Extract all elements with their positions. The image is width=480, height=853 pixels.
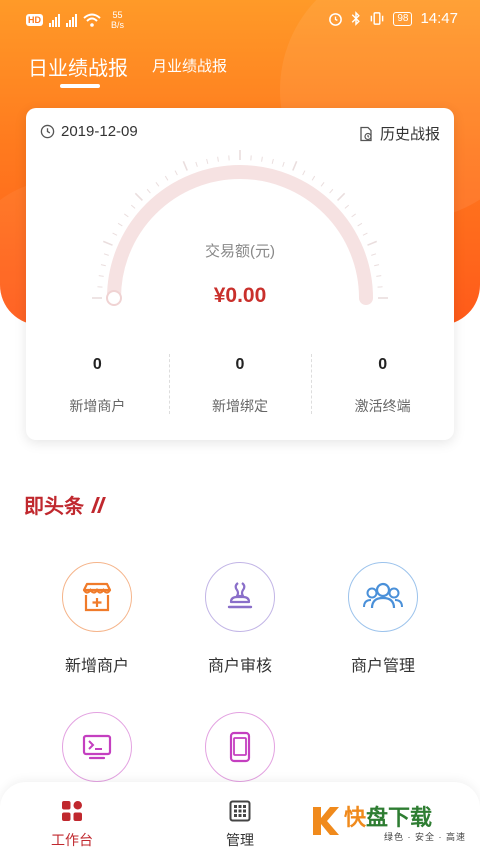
clock: 14:47 — [420, 10, 458, 27]
gauge-tick — [130, 204, 136, 209]
stat-new-merchants[interactable]: 0 新增商户 — [26, 350, 169, 420]
gauge-tick — [282, 161, 285, 167]
gauge-tick — [174, 170, 178, 176]
status-bar: HD 55 B/s 98 14:47 — [0, 0, 480, 40]
gauge-tick — [362, 232, 368, 236]
stat-label: 激活终端 — [354, 398, 411, 414]
active-tab-indicator — [60, 84, 100, 88]
manage-grid-icon — [229, 800, 251, 822]
gauge-tick — [357, 222, 363, 227]
grid-item-label: 商户审核 — [207, 658, 272, 675]
gauge-tick — [117, 222, 123, 227]
watermark-brand: 快盘下载 — [344, 805, 433, 830]
grid-item-label: 商户管理 — [350, 658, 415, 675]
gauge-tick — [134, 192, 143, 201]
net-speed: 55 B/s — [111, 10, 125, 30]
stat-new-bindings[interactable]: 0 新增绑定 — [168, 350, 312, 420]
stat-value: 0 — [235, 356, 245, 373]
amount-label: 交易额(元) — [205, 243, 275, 260]
terminal-icon — [62, 712, 132, 782]
gauge-tick — [206, 158, 209, 164]
grid-item-merchant-review[interactable]: 商户审核 — [175, 562, 305, 676]
gauge-tick — [182, 160, 188, 171]
gauge-tick — [344, 204, 350, 209]
stat-value: 0 — [92, 356, 102, 373]
gauge-tick — [376, 275, 382, 277]
slash-decoration-icon — [91, 496, 106, 513]
signal-icon — [49, 13, 60, 27]
nav-manage-label: 管理 — [226, 832, 254, 848]
gauge-tick — [98, 275, 104, 277]
device-icon — [205, 712, 275, 782]
grid-item-new-merchant[interactable]: 新增商户 — [32, 562, 162, 676]
workbench-icon — [62, 801, 82, 821]
gauge-tick — [351, 213, 356, 218]
headline-section[interactable]: 即头条 — [24, 490, 106, 519]
gauge-tick — [124, 213, 129, 218]
gauge-tick — [261, 156, 263, 162]
gauge-tick — [329, 188, 334, 194]
battery-indicator: 98 — [393, 11, 413, 26]
hd-badge: HD — [26, 14, 43, 26]
gauge-tick — [292, 160, 298, 171]
gauge-tick — [302, 170, 306, 176]
amount-value: ¥0.00 — [213, 284, 267, 307]
nav-manage[interactable]: 管理 — [190, 798, 290, 850]
stat-value: 0 — [378, 356, 388, 373]
gauge-tick — [337, 192, 346, 201]
gauge-tick — [146, 188, 151, 194]
watermark-logo: 快盘下载 绿色 · 安全 · 高速 — [310, 798, 480, 853]
alarm-icon — [329, 13, 343, 26]
gauge-tick — [217, 156, 219, 162]
nav-workbench[interactable]: 工作台 — [22, 798, 122, 850]
gauge-tick — [320, 182, 325, 187]
headline-title: 即头条 — [24, 496, 84, 518]
gauge-tick — [164, 175, 169, 181]
gauge-tick — [374, 264, 380, 267]
summary-card: 2019-12-09 历史战报 交易额(元) ¥0.00 0 新增商户 0 新增… — [26, 108, 454, 440]
gauge-tick — [100, 264, 106, 267]
watermark-k-icon — [313, 807, 339, 835]
wifi-icon — [83, 13, 101, 27]
gauge-tick — [271, 158, 274, 164]
watermark-tagline: 绿色 · 安全 · 高速 — [384, 832, 466, 842]
vibrate-icon — [371, 12, 384, 25]
tab-monthly-report[interactable]: 月业绩战报 — [152, 55, 227, 76]
gauge-tick — [112, 232, 118, 236]
bluetooth-icon — [352, 11, 361, 26]
tab-daily-report[interactable]: 日业绩战报 — [28, 52, 128, 81]
gauge-tick — [155, 182, 160, 187]
grid-item-merchant-management[interactable]: 商户管理 — [318, 562, 448, 676]
users-icon — [348, 562, 418, 632]
nav-workbench-label: 工作台 — [51, 832, 93, 848]
gauge-tick — [311, 175, 316, 181]
clock-icon — [40, 124, 55, 139]
gauge-track — [107, 165, 373, 305]
stat-label: 新增绑定 — [212, 398, 268, 414]
stat-activated-terminals[interactable]: 0 激活终端 — [311, 350, 454, 420]
stat-label: 新增商户 — [69, 398, 126, 414]
grid-item-label: 新增商户 — [64, 658, 129, 675]
stamp-icon — [205, 562, 275, 632]
stats-row: 0 新增商户 0 新增绑定 0 激活终端 — [26, 350, 454, 420]
store-add-icon — [62, 562, 132, 632]
signal-icon-2 — [66, 13, 77, 27]
gauge-tick — [195, 161, 198, 167]
